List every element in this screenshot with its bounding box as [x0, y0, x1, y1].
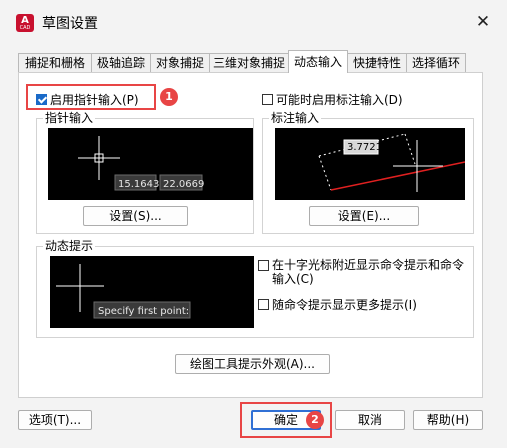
annotation-box-1: [26, 84, 156, 110]
options-button[interactable]: 选项(T)...: [18, 410, 92, 430]
tab-3d-object-snap[interactable]: 三维对象捕捉: [209, 53, 289, 72]
show-prompts-near-crosshair-label: 在十字光标附近显示命令提示和命令输入(C): [272, 258, 465, 286]
tab-selection-cycling[interactable]: 选择循环: [406, 53, 466, 72]
enable-dimension-input-label: 可能时启用标注输入(D): [276, 93, 403, 107]
window-title: 草图设置: [42, 16, 98, 32]
prompt-preview-text: Specify first point:: [98, 306, 190, 317]
autocad-app-icon: A CAD: [16, 14, 34, 32]
tab-snap-grid[interactable]: 捕捉和栅格: [18, 53, 92, 72]
tab-quick-properties[interactable]: 快捷特性: [347, 53, 407, 72]
drafting-tooltip-appearance-button[interactable]: 绘图工具提示外观(A)...: [175, 354, 330, 374]
pointer-input-group-label: 指针输入: [43, 111, 96, 125]
tab-dynamic-input[interactable]: 动态输入: [288, 50, 348, 73]
annotation-badge-2: 2: [306, 411, 324, 429]
dimension-input-preview: 3.7721: [275, 128, 465, 200]
annotation-badge-1: 1: [160, 88, 178, 106]
dimension-value: 3.7721: [347, 142, 382, 153]
pointer-input-preview: 15.1643 22.0669: [48, 128, 253, 200]
enable-dimension-input-checkbox[interactable]: 可能时启用标注输入(D): [262, 91, 403, 108]
pointer-settings-button[interactable]: 设置(S)...: [83, 206, 188, 226]
tab-object-snap[interactable]: 对象捕捉: [150, 53, 210, 72]
dynamic-prompts-preview: Specify first point:: [50, 256, 254, 328]
help-button[interactable]: 帮助(H): [413, 410, 483, 430]
checkbox-unchecked-icon[interactable]: [262, 94, 273, 105]
dynamic-prompts-group-label: 动态提示: [43, 239, 96, 253]
dimension-input-group-label: 标注输入: [269, 111, 322, 125]
checkbox-unchecked-icon[interactable]: [258, 299, 269, 310]
tab-polar-tracking[interactable]: 极轴追踪: [91, 53, 151, 72]
dimension-preview-icon: [318, 133, 465, 192]
pointer-coord-y: 22.0669: [163, 179, 205, 190]
show-additional-tips-label: 随命令提示显示更多提示(I): [272, 298, 417, 312]
checkbox-unchecked-icon[interactable]: [258, 260, 269, 271]
dimension-settings-button[interactable]: 设置(E)...: [309, 206, 419, 226]
cancel-button[interactable]: 取消: [335, 410, 405, 430]
show-additional-tips-checkbox[interactable]: 随命令提示显示更多提示(I): [258, 296, 417, 313]
close-icon[interactable]: ✕: [469, 8, 497, 36]
pointer-coord-x: 15.1643: [118, 179, 160, 190]
show-prompts-near-crosshair-checkbox[interactable]: 在十字光标附近显示命令提示和命令输入(C): [258, 258, 468, 286]
title-bar: A CAD 草图设置 ✕: [0, 0, 507, 44]
